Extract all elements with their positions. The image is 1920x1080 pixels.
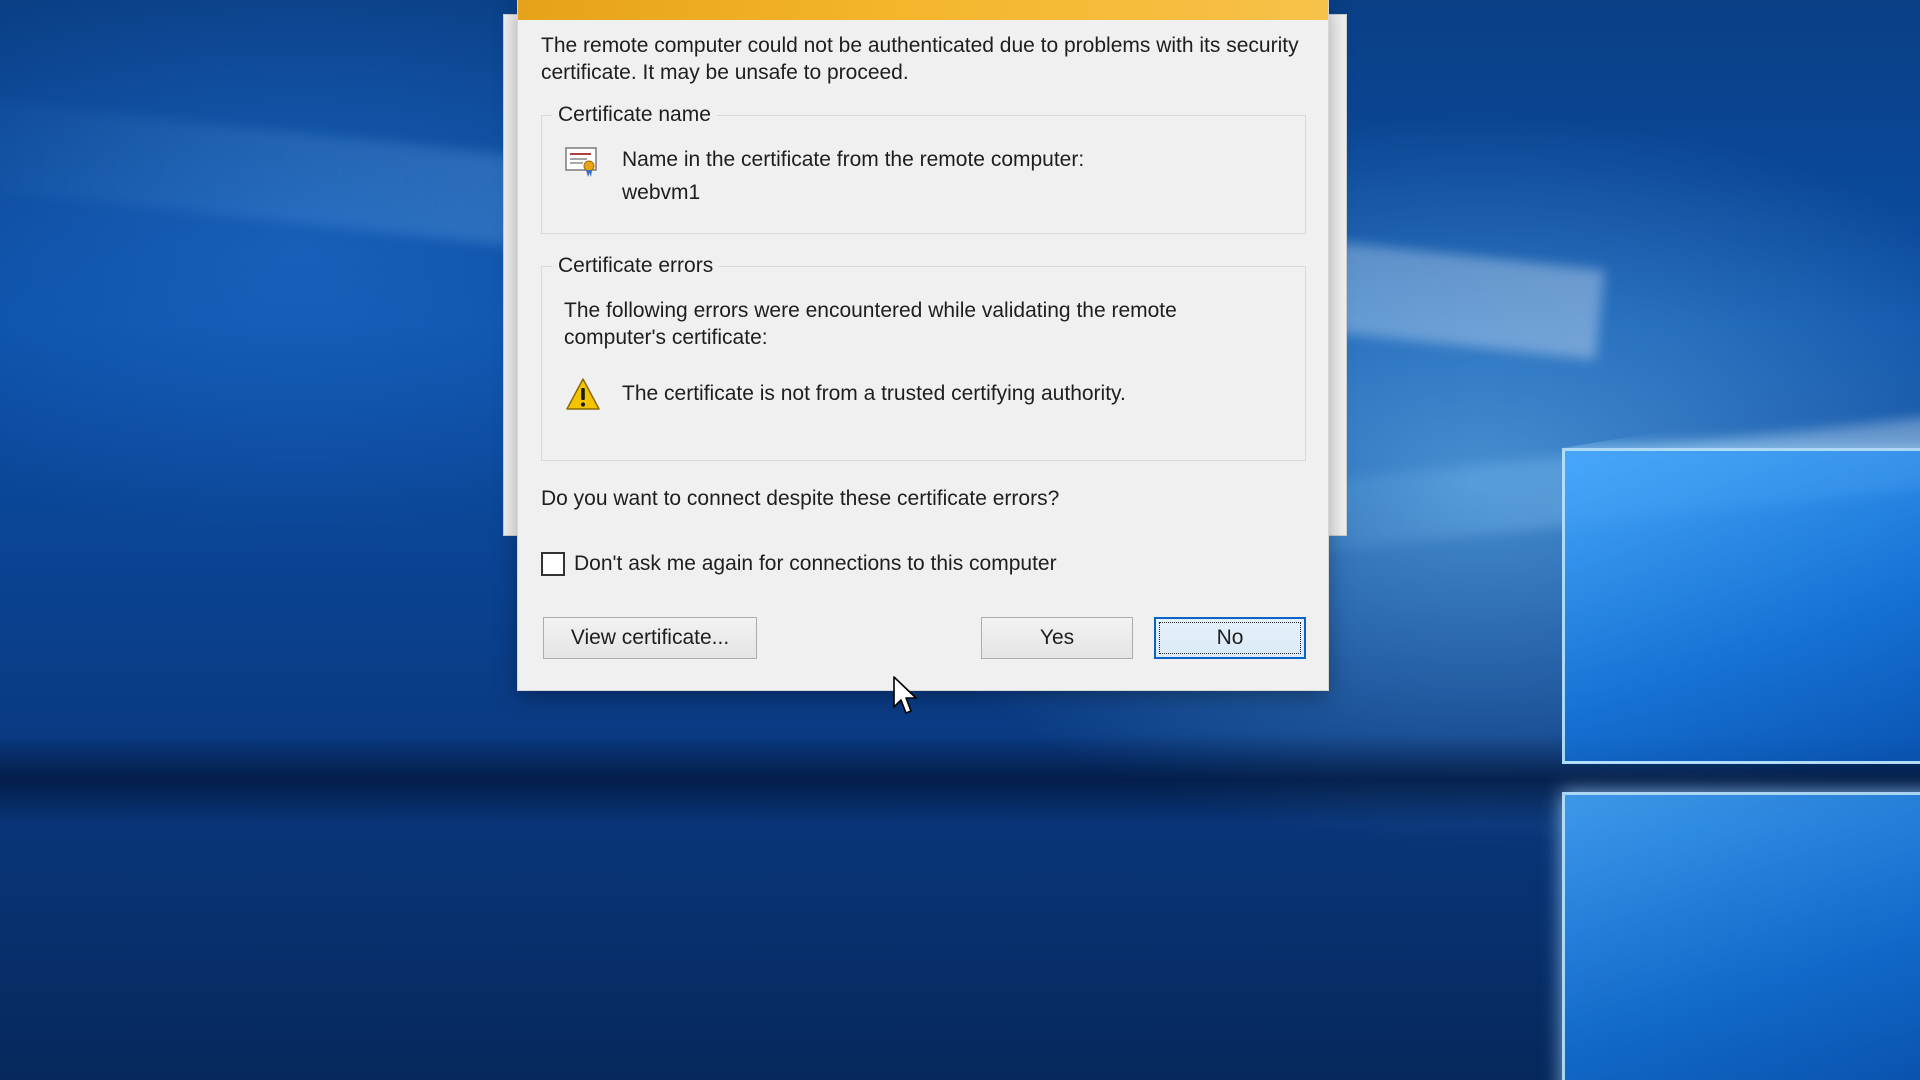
dont-ask-again-checkbox[interactable] [541,552,565,576]
mouse-pointer-icon [893,676,917,714]
dialog-intro-text: The remote computer could not be authent… [541,34,1299,84]
certificate-errors-intro: The following errors were encountered wh… [564,299,1177,349]
certificate-errors-group: Certificate errors The following errors … [541,253,1306,461]
certificate-icon [565,147,597,177]
certificate-name-label: Name in the certificate from the remote … [622,148,1085,171]
certificate-name-legend: Certificate name [552,102,717,128]
dont-ask-again-option[interactable]: Don't ask me again for connections to th… [541,549,1057,579]
dialog-warning-header [518,0,1328,20]
yes-button[interactable]: Yes [981,617,1133,659]
certificate-name-group: Certificate name Name in the certificate… [541,102,1306,234]
connect-question: Do you want to connect despite these cer… [541,487,1060,510]
certificate-errors-legend: Certificate errors [552,253,720,279]
windows-logo-pane-top [1562,448,1920,764]
dont-ask-again-label[interactable]: Don't ask me again for connections to th… [574,552,1057,576]
certificate-warning-dialog: The remote computer could not be authent… [518,0,1328,690]
no-button[interactable]: No [1154,617,1306,659]
certificate-error-item: The certificate is not from a trusted ce… [622,382,1126,405]
no-button-label: No [1216,626,1244,649]
certificate-name-value: webvm1 [622,181,701,204]
view-certificate-button[interactable]: View certificate... [543,617,757,659]
warning-icon [566,378,600,410]
windows-logo-pane-bottom [1562,792,1920,1080]
